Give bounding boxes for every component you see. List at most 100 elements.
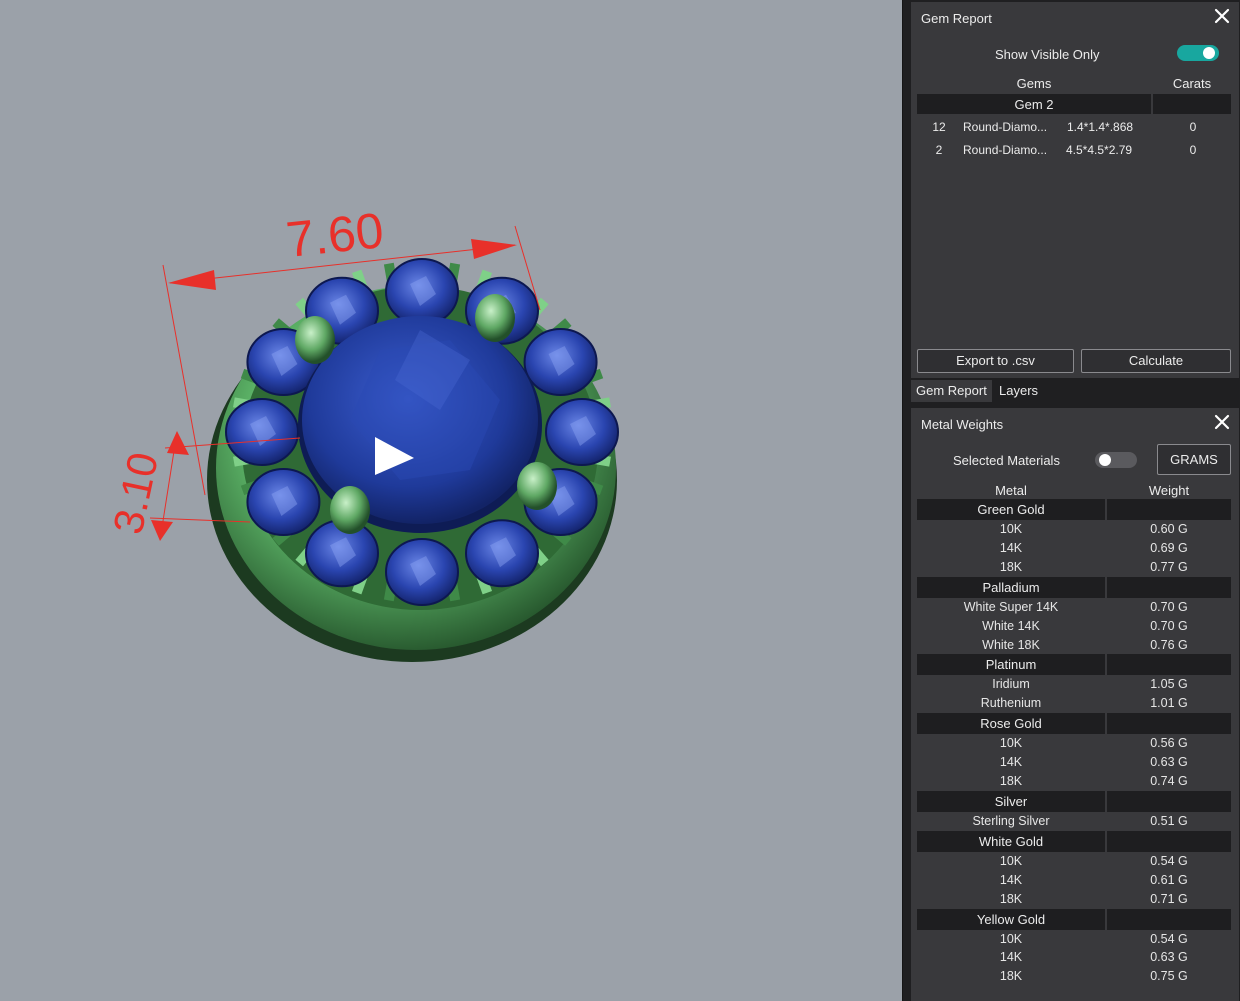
- metal-name: Sterling Silver: [972, 813, 1050, 828]
- metal-row[interactable]: 10K 0.60 G: [917, 520, 1231, 539]
- column-divider: [1105, 790, 1107, 812]
- gem-row[interactable]: 2 Round-Diamo... 4.5*4.5*2.79 0: [917, 139, 1231, 161]
- gem-report-header: Gem Report: [911, 2, 1239, 34]
- metal-weight: 0.51 G: [1150, 813, 1188, 828]
- arrow-head-icon: [151, 520, 173, 541]
- metal-row[interactable]: 18K 0.77 G: [917, 558, 1231, 577]
- metal-name: 10K: [999, 736, 1023, 751]
- metal-row[interactable]: 18K 0.74 G: [917, 772, 1231, 791]
- metal-weights-panel: Metal Weights Selected Materials GRAMS M…: [911, 408, 1239, 1001]
- metal-row[interactable]: White 14K 0.70 G: [917, 617, 1231, 636]
- selected-materials-toggle[interactable]: [1095, 452, 1137, 468]
- metal-weight: 0.61 G: [1150, 872, 1188, 887]
- viewport-canvas[interactable]: 7.60 3.10: [0, 0, 902, 1001]
- calculate-button[interactable]: Calculate: [1081, 349, 1231, 373]
- metal-name: Ruthenium: [980, 696, 1042, 711]
- metal-weight: 0.70 G: [1150, 599, 1188, 614]
- gems-column-header[interactable]: Gems: [1009, 76, 1059, 91]
- metal-column-header[interactable]: Metal: [985, 483, 1037, 498]
- metal-group-name: Yellow Gold: [976, 911, 1046, 927]
- weight-column-header[interactable]: Weight: [1143, 483, 1195, 498]
- metal-weight: 0.69 G: [1150, 540, 1188, 555]
- gem-report-title: Gem Report: [921, 11, 992, 26]
- gem-report-panel: Gem Report Show Visible Only Gems Carats…: [911, 2, 1239, 378]
- prong: [517, 462, 557, 510]
- metal-weight: 0.70 G: [1150, 618, 1188, 633]
- close-icon[interactable]: [1213, 7, 1231, 25]
- metal-name: 18K: [999, 774, 1023, 788]
- panel-tabs: Gem Report Layers: [911, 380, 1239, 402]
- arrow-head-icon: [167, 431, 189, 455]
- units-button[interactable]: GRAMS: [1157, 444, 1231, 475]
- toggle-knob: [1099, 454, 1111, 466]
- metal-weight: 0.60 G: [1150, 522, 1188, 536]
- metal-row[interactable]: 14K 0.63 G: [917, 948, 1231, 967]
- toggle-knob: [1203, 47, 1215, 59]
- prong: [475, 294, 515, 342]
- metal-group-name: Platinum: [985, 657, 1037, 673]
- metal-group-header: Green Gold: [917, 499, 1231, 520]
- metal-name: 14K: [999, 540, 1023, 555]
- metal-weight: 0.77 G: [1150, 559, 1188, 574]
- metal-row[interactable]: White Super 14K 0.70 G: [917, 598, 1231, 617]
- gem-carats: 0: [1189, 143, 1197, 157]
- metal-weight: 0.63 G: [1150, 950, 1188, 965]
- metal-weight: 0.76 G: [1150, 637, 1188, 652]
- tab-layers[interactable]: Layers: [994, 380, 1043, 402]
- column-divider: [1105, 908, 1107, 930]
- column-divider: [1105, 576, 1107, 598]
- right-sidebar: Gem Report Show Visible Only Gems Carats…: [902, 0, 1240, 1001]
- metal-name: White 18K: [982, 637, 1040, 652]
- metal-group-header: Rose Gold: [917, 713, 1231, 735]
- metal-group-name: Palladium: [982, 579, 1040, 595]
- gem-group-header: Gem 2: [917, 94, 1231, 114]
- gem-group-name: Gem 2: [1014, 97, 1054, 112]
- metal-group-header: Yellow Gold: [917, 908, 1231, 930]
- gem-size: 1.4*1.4*.868: [1067, 120, 1134, 134]
- metal-row[interactable]: 14K 0.61 G: [917, 871, 1231, 890]
- column-divider: [1105, 499, 1107, 520]
- close-icon[interactable]: [1213, 413, 1231, 431]
- gem-carats: 0: [1189, 120, 1197, 134]
- show-visible-only-label: Show Visible Only: [995, 47, 1100, 62]
- gem-row[interactable]: 12 Round-Diamo... 1.4*1.4*.868 0: [917, 116, 1231, 138]
- metal-row[interactable]: Ruthenium 1.01 G: [917, 694, 1231, 713]
- metal-row[interactable]: Iridium 1.05 G: [917, 675, 1231, 694]
- metal-name: 10K: [999, 522, 1023, 536]
- metal-name: 10K: [999, 931, 1023, 946]
- carats-column-header[interactable]: Carats: [1167, 76, 1217, 91]
- show-visible-only-toggle[interactable]: [1177, 45, 1219, 61]
- metal-group-header: Silver: [917, 790, 1231, 812]
- tab-gem-report[interactable]: Gem Report: [911, 380, 992, 402]
- metal-group-name: Rose Gold: [980, 716, 1042, 732]
- prong: [295, 316, 335, 364]
- metal-row[interactable]: Sterling Silver 0.51 G: [917, 812, 1231, 831]
- metal-weight: 1.05 G: [1150, 677, 1188, 692]
- metal-row[interactable]: 18K 0.71 G: [917, 890, 1231, 909]
- metal-weight: 0.75 G: [1150, 969, 1188, 984]
- prong: [330, 486, 370, 534]
- metal-row[interactable]: 14K 0.69 G: [917, 539, 1231, 558]
- metal-row[interactable]: 10K 0.54 G: [917, 852, 1231, 871]
- metal-group-name: Green Gold: [977, 502, 1045, 517]
- column-divider: [1105, 830, 1107, 852]
- metal-weight: 0.54 G: [1150, 931, 1188, 946]
- metal-row[interactable]: 18K 0.75 G: [917, 967, 1231, 986]
- gem-count: 12: [932, 120, 946, 134]
- metal-name: 14K: [999, 950, 1023, 965]
- metal-name: 14K: [999, 872, 1023, 887]
- export-csv-button[interactable]: Export to .csv: [917, 349, 1074, 373]
- metal-row[interactable]: White 18K 0.76 G: [917, 636, 1231, 655]
- jewelry-model[interactable]: [207, 258, 619, 662]
- metal-row[interactable]: 10K 0.56 G: [917, 734, 1231, 753]
- metal-name: 14K: [999, 755, 1023, 770]
- metal-row[interactable]: 10K 0.54 G: [917, 930, 1231, 949]
- column-divider: [1151, 94, 1153, 114]
- metal-weights-header: Metal Weights: [911, 408, 1239, 440]
- metal-row[interactable]: 14K 0.63 G: [917, 753, 1231, 772]
- column-divider: [1105, 713, 1107, 735]
- gem-name: Round-Diamo...: [963, 143, 1048, 157]
- metal-weight: 0.74 G: [1150, 774, 1188, 788]
- 3d-viewport[interactable]: 7.60 3.10: [0, 0, 902, 1001]
- metal-name: 18K: [999, 559, 1023, 574]
